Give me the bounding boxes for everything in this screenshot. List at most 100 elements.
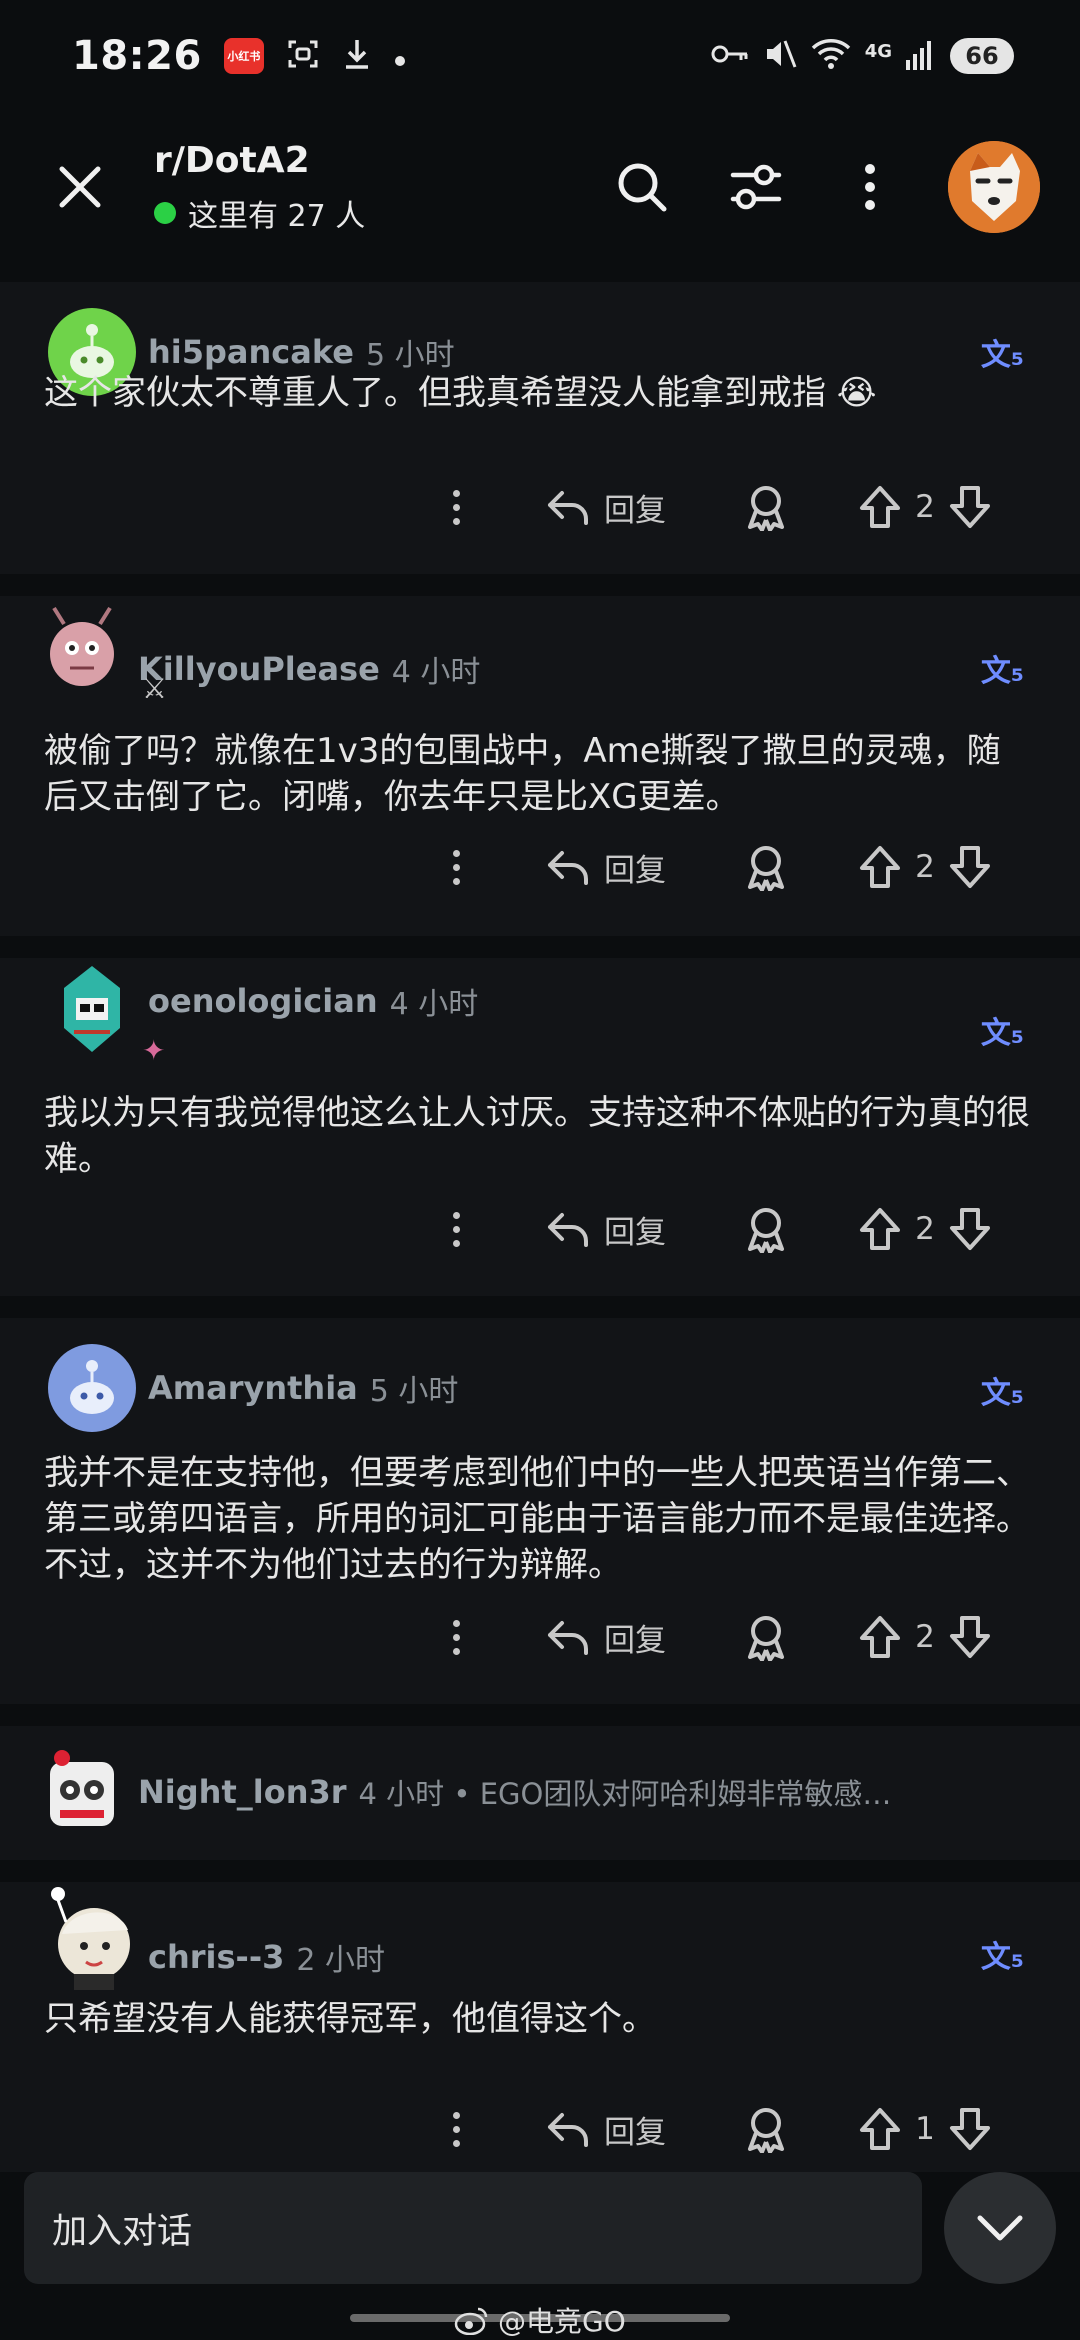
vote-count: 2 bbox=[915, 489, 935, 525]
upvote-icon[interactable] bbox=[858, 844, 902, 890]
xiaohongshu-icon: 小红书 bbox=[223, 38, 264, 74]
upvote-icon[interactable] bbox=[858, 2106, 902, 2152]
reply-placeholder: 加入对话 bbox=[52, 2211, 193, 2252]
mute-icon bbox=[763, 37, 797, 75]
key-icon bbox=[711, 42, 749, 70]
more-options-button[interactable] bbox=[828, 145, 912, 229]
next-comment-button[interactable] bbox=[944, 2172, 1056, 2284]
comment-username[interactable]: chris--3 bbox=[148, 1938, 284, 1976]
translate-icon[interactable]: 文₅ bbox=[981, 1932, 1024, 1976]
comment-actions: 回复 2 bbox=[0, 472, 1080, 542]
comment-username[interactable]: Night_lon3r bbox=[138, 1773, 347, 1811]
comment-actions: 回复 2 bbox=[0, 1602, 1080, 1672]
translate-icon[interactable]: 文₅ bbox=[981, 1368, 1024, 1412]
close-button[interactable] bbox=[40, 147, 120, 227]
subreddit-header: r/DotA2 这里有 27 人 bbox=[0, 112, 1080, 262]
avatar[interactable] bbox=[34, 1744, 130, 1840]
award-icon bbox=[748, 486, 784, 531]
comment-header: Night_lon3r 4 小时 • EGO团队对阿哈利姆非常敏感，Invoke… bbox=[34, 1744, 919, 1840]
downvote-icon[interactable] bbox=[948, 844, 992, 890]
collapsed-comment[interactable]: Night_lon3r 4 小时 • EGO团队对阿哈利姆非常敏感，Invoke… bbox=[0, 1726, 1080, 1860]
filter-icon bbox=[730, 164, 782, 210]
search-button[interactable] bbox=[600, 145, 684, 229]
upvote-icon[interactable] bbox=[858, 484, 902, 530]
search-icon bbox=[618, 163, 667, 212]
join-conversation-input[interactable]: 加入对话 bbox=[24, 2172, 922, 2284]
avatar[interactable] bbox=[34, 596, 130, 692]
award-icon bbox=[748, 846, 784, 891]
comment-card: oenologician 4 小时 ✦ 文₅ 我以为只有我觉得他这么让人讨厌。支… bbox=[0, 958, 1080, 1296]
reply-icon bbox=[548, 851, 588, 885]
vote-control: 2 bbox=[858, 1602, 992, 1672]
downvote-icon[interactable] bbox=[948, 1614, 992, 1660]
watermark: @电竞GO bbox=[454, 2300, 626, 2340]
award-button[interactable] bbox=[744, 1602, 788, 1672]
screenshot-icon bbox=[286, 37, 320, 76]
award-button[interactable] bbox=[744, 2094, 788, 2164]
vote-control: 2 bbox=[858, 1194, 992, 1264]
user-avatar[interactable] bbox=[948, 141, 1040, 233]
signal-icon bbox=[906, 38, 936, 74]
upvote-icon[interactable] bbox=[858, 1614, 902, 1660]
comment-time: 2 小时 bbox=[296, 1943, 385, 1978]
user-flair-icon: ✦ bbox=[142, 1034, 166, 1067]
downvote-icon[interactable] bbox=[948, 484, 992, 530]
award-button[interactable] bbox=[744, 472, 788, 542]
comment-username[interactable]: KillyouPlease bbox=[138, 650, 380, 688]
avatar[interactable] bbox=[44, 1340, 140, 1436]
vote-control: 1 bbox=[858, 2094, 992, 2164]
comment-body: 这个家伙太不尊重人了。但我真希望没人能拿到戒指 😭 bbox=[44, 373, 877, 413]
watermark-text: @电竞GO bbox=[498, 2305, 626, 2338]
reply-icon bbox=[548, 2113, 588, 2147]
sort-filter-button[interactable] bbox=[714, 145, 798, 229]
vote-count: 2 bbox=[915, 1619, 935, 1655]
vote-control: 2 bbox=[858, 472, 992, 542]
award-icon bbox=[748, 1616, 784, 1661]
dot-icon bbox=[394, 40, 406, 72]
upvote-icon[interactable] bbox=[858, 1206, 902, 1252]
comment-more-button[interactable] bbox=[446, 472, 466, 542]
award-button[interactable] bbox=[744, 832, 788, 902]
reply-icon bbox=[548, 1621, 588, 1655]
comment-more-button[interactable] bbox=[446, 1602, 466, 1672]
award-button[interactable] bbox=[744, 1194, 788, 1264]
comment-username[interactable]: hi5pancake bbox=[148, 333, 354, 371]
comment-time: 5 小时 bbox=[369, 1374, 459, 1409]
award-icon bbox=[748, 2108, 784, 2153]
reply-button[interactable]: 回复 bbox=[546, 1602, 666, 1672]
online-dot bbox=[154, 201, 176, 224]
download-icon bbox=[342, 37, 372, 76]
downvote-icon[interactable] bbox=[948, 2106, 992, 2152]
avatar[interactable] bbox=[44, 1882, 144, 1992]
comment-more-button[interactable] bbox=[446, 2094, 466, 2164]
comment-card: chris--3 2 小时 文₅ 只希望没有人能获得冠军，他值得这个。 回复 1 bbox=[0, 1882, 1080, 2172]
reply-icon bbox=[548, 491, 588, 525]
comment-username[interactable]: Amarynthia bbox=[148, 1369, 358, 1407]
downvote-icon[interactable] bbox=[948, 1206, 992, 1252]
wifi-icon bbox=[811, 38, 851, 74]
comment-body: 被偷了吗？就像在1v3的包围战中，Ame撕裂了撒旦的灵魂，随后又击倒了它。闭嘴，… bbox=[44, 731, 1001, 817]
comment-more-button[interactable] bbox=[446, 1194, 466, 1264]
translate-icon[interactable]: 文₅ bbox=[981, 330, 1024, 374]
collapsed-preview: 4 小时 • EGO团队对阿哈利姆非常敏感，Invoker... bbox=[358, 1777, 919, 1811]
comment-time: 5 小时 bbox=[365, 338, 455, 373]
reply-button[interactable]: 回复 bbox=[546, 2094, 666, 2164]
more-vertical-icon bbox=[865, 164, 875, 210]
reply-button[interactable]: 回复 bbox=[546, 472, 666, 542]
comment-username[interactable]: oenologician bbox=[148, 982, 378, 1020]
avatar[interactable] bbox=[44, 958, 140, 1054]
comment-body: 我并不是在支持他，但要考虑到他们中的一些人把英语当作第二、第三或第四语言，所用的… bbox=[44, 1453, 1030, 1585]
reply-icon bbox=[548, 1213, 588, 1247]
comment-actions: 回复 2 bbox=[0, 832, 1080, 902]
reply-button[interactable]: 回复 bbox=[546, 832, 666, 902]
vote-count: 1 bbox=[915, 2111, 935, 2147]
thread-divider bbox=[0, 262, 1080, 270]
weibo-icon bbox=[454, 2307, 488, 2335]
translate-icon[interactable]: 文₅ bbox=[981, 1008, 1024, 1052]
chevron-down-icon bbox=[977, 2215, 1023, 2241]
subreddit-name[interactable]: r/DotA2 bbox=[154, 140, 365, 181]
translate-icon[interactable]: 文₅ bbox=[981, 646, 1024, 690]
reply-button[interactable]: 回复 bbox=[546, 1194, 666, 1264]
comment-header: Amarynthia 5 小时 bbox=[44, 1340, 458, 1436]
comment-more-button[interactable] bbox=[446, 832, 466, 902]
